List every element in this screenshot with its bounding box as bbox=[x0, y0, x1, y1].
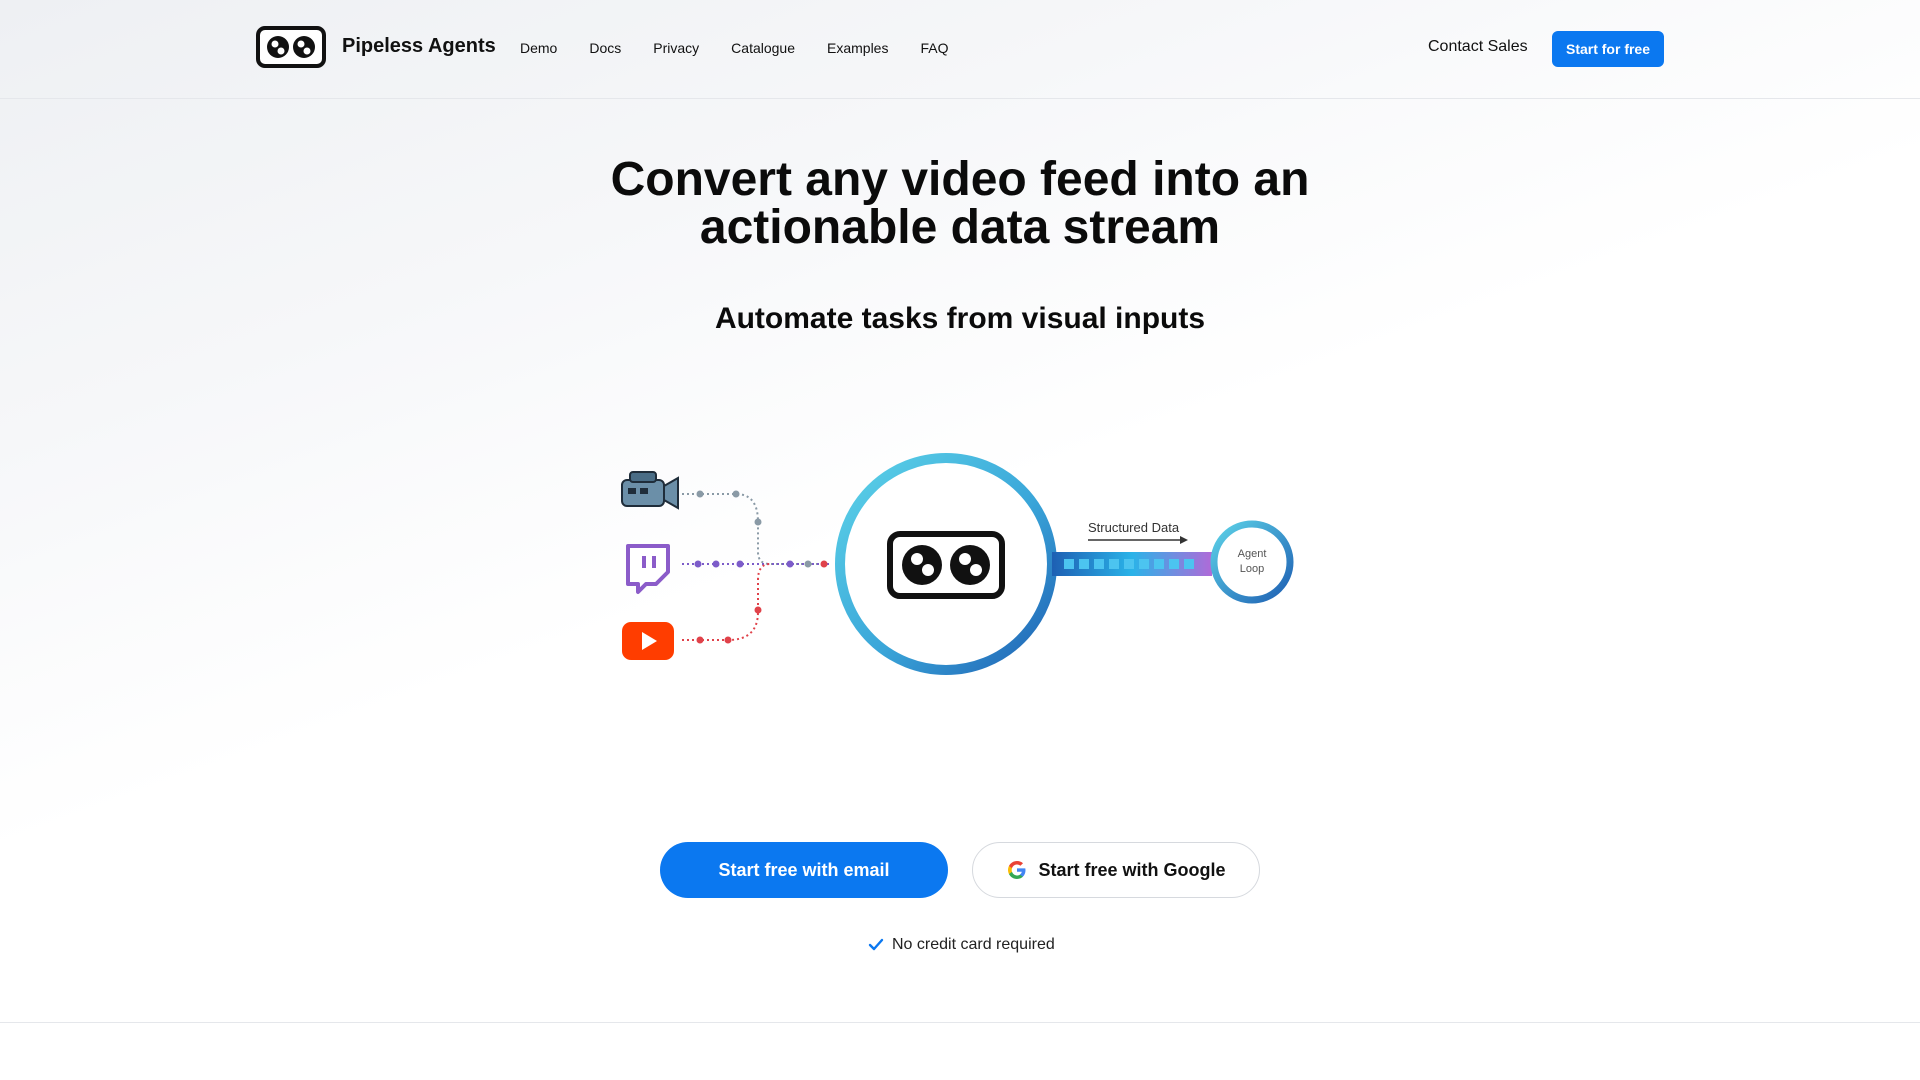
hero-title: Convert any video feed into an actionabl… bbox=[560, 156, 1360, 252]
pipeline-diagram: Structured Data Agent Loop bbox=[621, 453, 1294, 675]
data-stream-bar bbox=[1052, 552, 1212, 576]
agent-loop-label-line2: Loop bbox=[1240, 563, 1264, 575]
top-header: Pipeless Agents Demo Docs Privacy Catalo… bbox=[0, 0, 1920, 99]
pipeless-hub bbox=[835, 453, 1057, 675]
twitch-icon bbox=[626, 544, 670, 594]
video-camera-icon bbox=[621, 471, 679, 510]
pipeless-logo-icon[interactable] bbox=[256, 26, 326, 68]
brand-name[interactable]: Pipeless Agents bbox=[342, 35, 496, 58]
main-nav: Demo Docs Privacy Catalogue Examples FAQ bbox=[520, 40, 948, 56]
nav-docs[interactable]: Docs bbox=[589, 40, 621, 56]
start-for-free-button[interactable]: Start for free bbox=[1552, 31, 1664, 67]
start-free-email-button[interactable]: Start free with email bbox=[660, 842, 948, 898]
check-icon bbox=[868, 938, 884, 951]
youtube-icon bbox=[622, 622, 674, 660]
hero-title-line2: actionable data stream bbox=[699, 201, 1221, 254]
structured-data-label: Structured Data bbox=[1088, 520, 1180, 535]
hero-title-line1: Convert any video feed into an bbox=[610, 153, 1310, 206]
start-free-google-button[interactable]: Start free with Google bbox=[972, 842, 1260, 898]
nav-privacy[interactable]: Privacy bbox=[653, 40, 699, 56]
google-button-label: Start free with Google bbox=[1038, 859, 1226, 880]
agent-loop-label-line1: Agent bbox=[1238, 548, 1267, 560]
contact-sales-link[interactable]: Contact Sales bbox=[1428, 38, 1528, 56]
nav-faq[interactable]: FAQ bbox=[920, 40, 948, 56]
arrow-right-icon bbox=[1088, 536, 1188, 544]
nav-examples[interactable]: Examples bbox=[827, 40, 888, 56]
google-icon bbox=[1008, 861, 1026, 879]
nav-demo[interactable]: Demo bbox=[520, 40, 557, 56]
hero-subtitle: Automate tasks from visual inputs bbox=[714, 302, 1206, 335]
agent-loop-node: Agent Loop bbox=[1210, 520, 1294, 604]
nav-catalogue[interactable]: Catalogue bbox=[731, 40, 795, 56]
no-credit-card-note: No credit card required bbox=[868, 936, 1055, 954]
section-divider bbox=[0, 1022, 1920, 1023]
connector-dots bbox=[694, 490, 828, 644]
no-credit-card-text: No credit card required bbox=[892, 936, 1055, 953]
hub-logo-icon bbox=[887, 531, 1005, 599]
